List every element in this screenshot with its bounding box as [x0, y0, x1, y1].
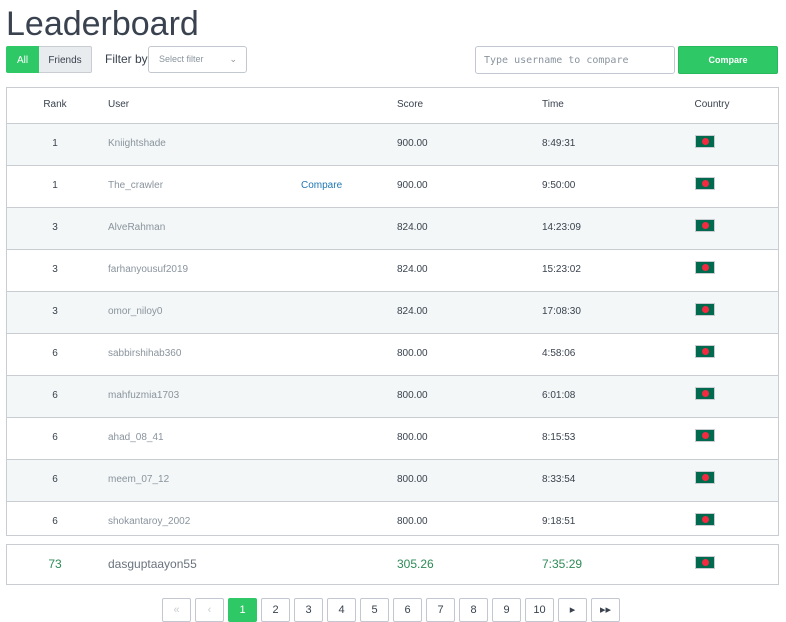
username-link[interactable]: mahfuzmia1703 — [108, 376, 179, 416]
next-page-icon[interactable]: ▸ — [558, 598, 587, 622]
score-cell: 800.00 — [397, 474, 428, 485]
compare-username-input[interactable] — [475, 46, 675, 74]
time-cell: 17:08:30 — [542, 306, 581, 317]
username-link[interactable]: omor_niloy0 — [108, 292, 162, 332]
table-row: 3 AlveRahman 824.00 14:23:09 — [7, 208, 778, 250]
score-cell: 900.00 — [397, 138, 428, 149]
rank-cell: 3 — [52, 306, 58, 317]
bangladesh-flag-icon — [695, 429, 715, 442]
filter-select-value: Select filter — [159, 54, 204, 64]
header-rank: Rank — [43, 99, 67, 110]
rank-cell: 1 — [52, 180, 58, 191]
table-row: 6 shokantaroy_2002 800.00 9:18:51 — [7, 502, 778, 543]
page-button-7[interactable]: 7 — [426, 598, 455, 622]
page-button-1[interactable]: 1 — [228, 598, 257, 622]
bangladesh-flag-icon — [695, 219, 715, 232]
score-cell: 824.00 — [397, 222, 428, 233]
header-country: Country — [694, 99, 730, 110]
bangladesh-flag-icon — [695, 345, 715, 358]
rank-cell: 6 — [52, 348, 58, 359]
last-page-icon[interactable]: ▸▸ — [591, 598, 620, 622]
time-cell: 8:33:54 — [542, 474, 576, 485]
my-rank: 73 — [48, 557, 62, 571]
username-link[interactable]: The_crawler — [108, 166, 163, 206]
page-button-9[interactable]: 9 — [492, 598, 521, 622]
page-title: Leaderboard — [6, 5, 199, 43]
score-cell: 824.00 — [397, 264, 428, 275]
time-cell: 15:23:02 — [542, 264, 581, 275]
table-row: 6 sabbirshihab360 800.00 4:58:06 — [7, 334, 778, 376]
table-row: 6 mahfuzmia1703 800.00 6:01:08 — [7, 376, 778, 418]
chevron-down-icon: ⌄ — [229, 54, 237, 64]
table-header: Rank User Score Time Country — [7, 88, 778, 124]
table-row: 1 The_crawler 900.00 9:50:00 Compare — [7, 166, 778, 208]
bangladesh-flag-icon — [695, 261, 715, 274]
toggle-all-button[interactable]: All — [6, 46, 39, 73]
rank-cell: 6 — [52, 516, 58, 527]
bangladesh-flag-icon — [695, 177, 715, 190]
bangladesh-flag-icon — [695, 471, 715, 484]
table-row: 6 meem_07_12 800.00 8:33:54 — [7, 460, 778, 502]
time-cell: 8:49:31 — [542, 138, 576, 149]
time-cell: 9:18:51 — [542, 516, 576, 527]
time-cell: 8:15:53 — [542, 432, 576, 443]
page-button-8[interactable]: 8 — [459, 598, 488, 622]
time-cell: 9:50:00 — [542, 180, 576, 191]
bangladesh-flag-icon — [695, 135, 715, 148]
bangladesh-flag-icon — [695, 513, 715, 526]
score-cell: 800.00 — [397, 516, 428, 527]
my-time: 7:35:29 — [542, 557, 583, 571]
compare-button[interactable]: Compare — [678, 46, 778, 74]
table-row: 6 ahad_08_41 800.00 8:15:53 — [7, 418, 778, 460]
pagination: « ‹ 1 2 3 4 5 6 7 8 9 10 ▸ ▸▸ — [162, 598, 620, 622]
table-row: 3 farhanyousuf2019 824.00 15:23:02 — [7, 250, 778, 292]
username-link[interactable]: farhanyousuf2019 — [108, 250, 188, 290]
table-row: 1 Kniightshade 900.00 8:49:31 — [7, 124, 778, 166]
page-button-5[interactable]: 5 — [360, 598, 389, 622]
prev-page-icon[interactable]: ‹ — [195, 598, 224, 622]
score-cell: 800.00 — [397, 348, 428, 359]
username-link[interactable]: shokantaroy_2002 — [108, 502, 190, 542]
header-score: Score — [397, 99, 424, 110]
time-cell: 4:58:06 — [542, 348, 576, 359]
my-rank-row: 73 dasguptaayon55 305.26 7:35:29 — [6, 544, 779, 585]
view-toggle: All Friends — [6, 46, 92, 73]
toggle-friends-button[interactable]: Friends — [39, 46, 92, 73]
score-cell: 800.00 — [397, 390, 428, 401]
username-link[interactable]: meem_07_12 — [108, 460, 169, 500]
rank-cell: 1 — [52, 138, 58, 149]
rank-cell: 6 — [52, 474, 58, 485]
page-button-6[interactable]: 6 — [393, 598, 422, 622]
bangladesh-flag-icon — [695, 303, 715, 316]
page-button-3[interactable]: 3 — [294, 598, 323, 622]
rank-cell: 6 — [52, 432, 58, 443]
my-username[interactable]: dasguptaayon55 — [108, 545, 197, 584]
first-page-icon[interactable]: « — [162, 598, 191, 622]
time-cell: 14:23:09 — [542, 222, 581, 233]
page-button-4[interactable]: 4 — [327, 598, 356, 622]
username-link[interactable]: AlveRahman — [108, 208, 165, 248]
rank-cell: 3 — [52, 264, 58, 275]
score-cell: 900.00 — [397, 180, 428, 191]
my-score: 305.26 — [397, 557, 434, 571]
filter-label: Filter by — [105, 52, 148, 66]
score-cell: 800.00 — [397, 432, 428, 443]
leaderboard-table: Rank User Score Time Country 1 Kniightsha… — [6, 87, 779, 536]
table-row: 3 omor_niloy0 824.00 17:08:30 — [7, 292, 778, 334]
username-link[interactable]: sabbirshihab360 — [108, 334, 181, 374]
page-button-10[interactable]: 10 — [525, 598, 554, 622]
username-link[interactable]: Kniightshade — [108, 124, 166, 164]
rank-cell: 3 — [52, 222, 58, 233]
bangladesh-flag-icon — [695, 556, 715, 569]
row-compare-link[interactable]: Compare — [301, 166, 342, 206]
bangladesh-flag-icon — [695, 387, 715, 400]
time-cell: 6:01:08 — [542, 390, 576, 401]
username-link[interactable]: ahad_08_41 — [108, 418, 164, 458]
header-time: Time — [542, 99, 564, 110]
filter-select[interactable]: Select filter ⌄ — [148, 46, 247, 73]
page-button-2[interactable]: 2 — [261, 598, 290, 622]
rank-cell: 6 — [52, 390, 58, 401]
header-user: User — [108, 99, 130, 110]
score-cell: 824.00 — [397, 306, 428, 317]
